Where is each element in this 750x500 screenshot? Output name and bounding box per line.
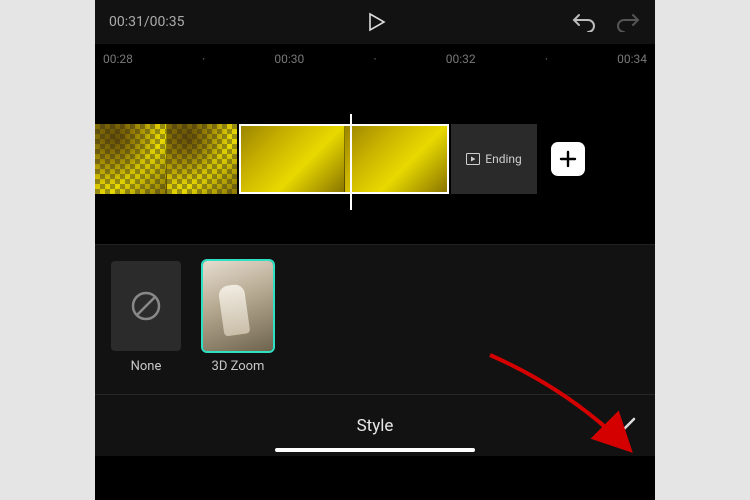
- style-label: None: [111, 359, 181, 374]
- clip-thumbnail: [95, 124, 166, 194]
- ruler-dot: ·: [484, 52, 609, 66]
- undo-button[interactable]: [571, 12, 597, 32]
- clip-thumbnail: [166, 124, 238, 194]
- style-label: 3D Zoom: [203, 359, 273, 374]
- time-display: 00:31/00:35: [109, 14, 185, 30]
- current-time: 00:31: [109, 14, 144, 30]
- clip-2-selected[interactable]: [239, 124, 449, 194]
- home-indicator[interactable]: [275, 448, 475, 452]
- ending-label: Ending: [485, 152, 522, 166]
- playhead[interactable]: [350, 114, 352, 210]
- ruler-dot: ·: [312, 52, 437, 66]
- play-button[interactable]: [363, 10, 387, 34]
- video-editor-screen: 00:31/00:35 00:28 · 00:30 · 00:32 · 00:3…: [95, 0, 655, 500]
- clip-thumbnail: [344, 126, 448, 192]
- panel-title: Style: [357, 416, 394, 436]
- ending-clip[interactable]: Ending: [451, 124, 537, 194]
- timeline[interactable]: Ending: [95, 74, 655, 244]
- bottom-bar: Style: [95, 394, 655, 456]
- clip-1[interactable]: [95, 124, 237, 194]
- style-picker: None 3D Zoom: [95, 244, 655, 394]
- style-option-none[interactable]: None: [111, 261, 181, 374]
- topbar: 00:31/00:35: [95, 0, 655, 44]
- ruler-tick: 00:28: [103, 52, 133, 66]
- play-icon: [363, 10, 387, 34]
- ruler-tick: 00:32: [446, 52, 476, 66]
- ruler-tick: 00:30: [274, 52, 304, 66]
- redo-button[interactable]: [615, 12, 641, 32]
- ruler-dot: ·: [141, 52, 266, 66]
- style-option-3d-zoom[interactable]: 3D Zoom: [203, 261, 273, 374]
- clip-thumbnail: [241, 126, 344, 192]
- undo-icon: [571, 12, 597, 32]
- redo-icon: [615, 12, 641, 32]
- ending-icon: [466, 153, 480, 165]
- none-icon: [128, 288, 164, 324]
- timeline-ruler: 00:28 · 00:30 · 00:32 · 00:34: [95, 44, 655, 74]
- style-tile: [111, 261, 181, 351]
- plus-icon: [558, 149, 578, 169]
- total-time: 00:35: [150, 14, 185, 30]
- timeline-track[interactable]: Ending: [95, 124, 655, 194]
- add-clip-button[interactable]: [551, 142, 585, 176]
- confirm-button[interactable]: [609, 416, 637, 436]
- checkmark-icon: [609, 416, 637, 436]
- ruler-tick: 00:34: [617, 52, 647, 66]
- style-tile: [203, 261, 273, 351]
